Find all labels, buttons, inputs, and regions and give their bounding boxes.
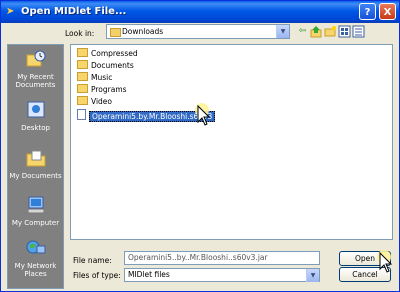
- lookin-value: Downloads: [122, 27, 164, 36]
- help-button[interactable]: ?: [359, 3, 376, 20]
- file-type-value: MIDlet files: [128, 270, 170, 279]
- mouse-pointer-icon: [377, 250, 393, 273]
- list-item[interactable]: Compressed: [77, 48, 138, 58]
- mouse-pointer-icon: [195, 103, 211, 126]
- places-bar: My Recent Documents Desktop My Documents…: [7, 44, 64, 289]
- desktop-icon: [27, 101, 44, 118]
- folder-icon: [77, 72, 88, 81]
- folder-icon: [77, 48, 88, 57]
- place-my-documents[interactable]: My Documents: [8, 148, 63, 180]
- close-button[interactable]: X: [379, 3, 396, 20]
- back-icon[interactable]: ⇦: [296, 25, 309, 38]
- network-places-icon: [26, 240, 45, 254]
- file-list[interactable]: Compressed Documents Music Programs Vide…: [70, 44, 393, 240]
- view-menu-icon[interactable]: [338, 25, 351, 38]
- place-label: My Documents: [9, 172, 62, 180]
- file-name-field[interactable]: Operamini5..by..Mr.Blooshi..s60v3.jar: [124, 251, 320, 265]
- folder-icon: [77, 96, 88, 105]
- place-label: My Computer: [11, 219, 60, 227]
- folder-icon: [77, 84, 88, 93]
- list-item[interactable]: Programs: [77, 84, 127, 94]
- list-item[interactable]: Music: [77, 72, 112, 82]
- file-name-label: File name:: [73, 256, 112, 265]
- place-label: My Network Places: [14, 262, 57, 278]
- details-view-icon[interactable]: [352, 25, 365, 38]
- list-view-icon: [352, 25, 365, 38]
- my-computer-icon: [27, 196, 44, 214]
- place-label: My Recent Documents: [15, 73, 56, 89]
- open-midlet-dialog: ➤ Open MIDlet File... ? X Look in: Downl…: [0, 0, 400, 292]
- folder-star-icon: [324, 26, 336, 37]
- up-folder-icon[interactable]: [310, 25, 323, 38]
- grid-view-icon: [338, 25, 351, 38]
- folder-icon: [77, 60, 88, 69]
- lookin-combo[interactable]: Downloads ▼: [106, 24, 290, 39]
- new-folder-icon[interactable]: [324, 25, 337, 38]
- recent-documents-icon: [26, 50, 45, 67]
- my-documents-icon: [26, 150, 45, 167]
- place-network-places[interactable]: My Network Places: [8, 238, 63, 278]
- chevron-down-icon[interactable]: ▼: [306, 269, 319, 282]
- place-desktop[interactable]: Desktop: [8, 100, 63, 132]
- file-icon: [77, 109, 86, 120]
- window-title: Open MIDlet File...: [21, 6, 127, 17]
- place-recent-documents[interactable]: My Recent Documents: [8, 49, 63, 89]
- folder-icon: [110, 28, 121, 37]
- file-type-label: Files of type:: [73, 271, 121, 280]
- file-type-select[interactable]: MIDlet files ▼: [124, 268, 320, 282]
- up-arrow-icon: [310, 26, 322, 38]
- title-bar[interactable]: ➤ Open MIDlet File... ? X: [1, 1, 399, 23]
- place-my-computer[interactable]: My Computer: [8, 195, 63, 227]
- list-item[interactable]: Video: [77, 96, 112, 106]
- lookin-label: Look in:: [65, 29, 95, 38]
- place-label: Desktop: [21, 124, 50, 132]
- chevron-down-icon[interactable]: ▼: [276, 25, 289, 38]
- list-item[interactable]: Documents: [77, 60, 134, 70]
- app-icon: ➤: [6, 6, 15, 17]
